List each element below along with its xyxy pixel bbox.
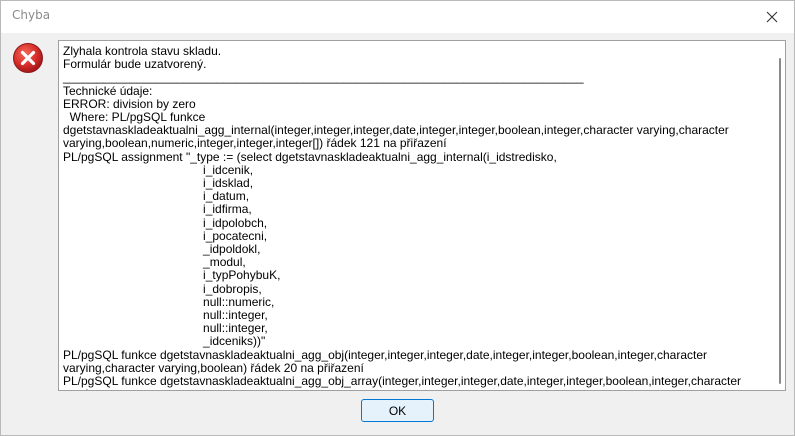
error-icon [13, 43, 43, 73]
close-button[interactable] [750, 1, 794, 33]
vertical-scrollbar[interactable] [775, 42, 784, 389]
scrollbar-thumb[interactable] [779, 58, 781, 384]
close-icon [766, 11, 778, 23]
ok-button[interactable]: OK [361, 399, 434, 422]
error-message-box[interactable]: Zlyhala kontrola stavu skladu. Formulár … [58, 40, 786, 391]
error-dialog: Chyba Zlyhala kontrola stavu skladu. For… [0, 0, 795, 436]
window-title: Chyba [12, 8, 51, 22]
error-message-text: Zlyhala kontrola stavu skladu. Formulár … [63, 44, 742, 390]
title-bar: Chyba [1, 1, 794, 33]
